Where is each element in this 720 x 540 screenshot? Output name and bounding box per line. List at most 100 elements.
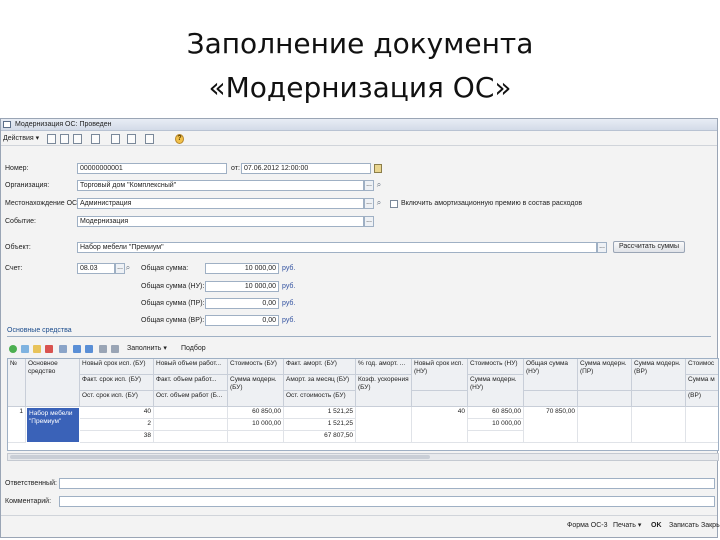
col-header-new-term-bu[interactable]: Новый срок исп. (БУ) <box>80 359 154 375</box>
move-down-icon[interactable] <box>85 345 93 353</box>
calendar-icon[interactable] <box>374 164 382 173</box>
actions-menu[interactable]: Действия ▾ <box>3 134 39 144</box>
cell-total-nu[interactable]: 70 850,00 <box>524 407 578 443</box>
print-form-button[interactable]: Форма ОС-3 <box>567 521 607 531</box>
cell-rest-volume[interactable] <box>154 431 228 443</box>
save-icon[interactable] <box>47 134 56 144</box>
col-header-new-term-nu[interactable]: Новый срок исп. (НУ) <box>412 359 468 391</box>
organization-field[interactable]: Торговый дом "Комплексный" <box>77 180 364 191</box>
cell-rest-term-bu[interactable]: 38 <box>80 431 154 443</box>
col-header-fact-term-bu[interactable]: Факт. срок исп. (БУ) <box>80 375 154 391</box>
total-vr-field[interactable]: 0,00 <box>205 315 279 326</box>
delete-row-icon[interactable] <box>45 345 53 353</box>
col-header-fact-amort-bu[interactable]: Факт. аморт. (БУ) <box>284 359 356 375</box>
cell-asset[interactable]: Набор мебели "Премиум" <box>27 408 79 442</box>
event-label: Событие: <box>5 218 36 225</box>
post-icon[interactable] <box>60 134 69 144</box>
col-header-modern-vr[interactable]: Сумма модерн. (ВР) <box>632 359 686 391</box>
cell-modern-pr[interactable] <box>578 407 632 443</box>
save-button[interactable]: Записать <box>669 521 699 531</box>
cell-cost-bu[interactable]: 60 850,00 <box>228 407 284 419</box>
col-header-cost-bu[interactable]: Стоимость (БУ) <box>228 359 284 375</box>
cell-fact-term-bu[interactable]: 2 <box>80 419 154 431</box>
actions-menu-label: Действия <box>3 135 34 142</box>
help-icon[interactable]: ? <box>175 134 184 144</box>
include-bonus-checkbox[interactable] <box>390 200 398 208</box>
move-up-icon[interactable] <box>73 345 81 353</box>
end-edit-icon[interactable] <box>59 345 67 353</box>
col-header-cost-cut[interactable]: Стоимос <box>686 359 718 375</box>
col-header-accel-coef[interactable]: Коэф. ускорения (БУ) <box>356 375 412 407</box>
col-header-rest-volume[interactable]: Ост. объем работ (Б... <box>154 391 228 407</box>
object-label: Объект: <box>5 244 31 251</box>
organization-select-button[interactable]: ... <box>364 180 374 191</box>
structure-icon[interactable] <box>91 134 100 144</box>
date-field[interactable]: 07.06.2012 12:00:00 <box>241 163 371 174</box>
cell-modern-vr[interactable] <box>632 407 686 443</box>
cell-month-amort-bu[interactable]: 1 521,25 <box>284 419 356 431</box>
object-select-button[interactable]: ... <box>597 242 607 253</box>
scrollbar-thumb[interactable] <box>10 455 430 459</box>
sort-desc-icon[interactable] <box>111 345 119 353</box>
pick-button[interactable]: Подбор <box>181 344 206 354</box>
col-header-n[interactable]: № <box>8 359 26 407</box>
comment-label: Комментарий: <box>5 498 52 505</box>
report-icon[interactable] <box>145 134 154 144</box>
close-button[interactable]: Закрыть <box>701 521 720 531</box>
col-header-rest-term-bu[interactable]: Ост. срок исп. (БУ) <box>80 391 154 407</box>
cell-fact-amort-bu[interactable]: 1 521,25 <box>284 407 356 419</box>
responsible-field[interactable] <box>59 478 715 489</box>
comment-field[interactable] <box>59 496 715 507</box>
fill-menu[interactable]: Заполнить ▾ <box>127 344 167 354</box>
print-menu[interactable]: Печать ▾ <box>613 521 641 531</box>
col-header-modern-nu[interactable]: Сумма модерн. (НУ) <box>468 375 524 407</box>
location-field[interactable]: Администрация <box>77 198 364 209</box>
cell-modern-bu[interactable]: 10 000,00 <box>228 419 284 431</box>
location-select-button[interactable]: ... <box>364 198 374 209</box>
col-header-vr-cut[interactable]: (ВР) <box>686 391 718 407</box>
cell-new-volume[interactable] <box>154 407 228 419</box>
col-header-total-nu[interactable]: Общая сумма (НУ) <box>524 359 578 391</box>
copy-icon[interactable] <box>73 134 82 144</box>
col-header-fact-volume[interactable]: Факт. объем работ... <box>154 375 228 391</box>
total-field[interactable]: 10 000,00 <box>205 263 279 274</box>
col-header-modern-bu[interactable]: Сумма модерн. (БУ) <box>228 375 284 407</box>
total-nu-unit: руб. <box>282 283 296 290</box>
col-header-modern-pr[interactable]: Сумма модерн. (ПР) <box>578 359 632 391</box>
cell-new-term-nu[interactable]: 40 <box>412 407 468 443</box>
cell-cost-nu[interactable]: 60 850,00 <box>468 407 524 419</box>
col-header-cost-nu[interactable]: Стоимость (НУ) <box>468 359 524 375</box>
sort-asc-icon[interactable] <box>99 345 107 353</box>
list-icon[interactable] <box>127 134 136 144</box>
account-field[interactable]: 08.03 <box>77 263 115 274</box>
cell-n[interactable]: 1 <box>8 407 26 443</box>
copy-row-icon[interactable] <box>21 345 29 353</box>
total-pr-field[interactable]: 0,00 <box>205 298 279 309</box>
print-icon[interactable] <box>111 134 120 144</box>
add-row-icon[interactable] <box>9 345 17 353</box>
cell-annual-amort[interactable] <box>356 407 412 443</box>
event-select-button[interactable]: ... <box>364 216 374 227</box>
col-header-annual-amort[interactable]: % год. аморт. ... <box>356 359 412 375</box>
cell-fact-volume[interactable] <box>154 419 228 431</box>
total-nu-field[interactable]: 10 000,00 <box>205 281 279 292</box>
organization-search-icon[interactable]: ⌕ <box>375 180 383 191</box>
location-search-icon[interactable]: ⌕ <box>375 198 383 209</box>
account-search-icon[interactable]: ⌕ <box>124 263 132 274</box>
col-header-new-volume[interactable]: Новый объем работ... <box>154 359 228 375</box>
cell-new-term-bu[interactable]: 40 <box>80 407 154 419</box>
calculate-sums-button[interactable]: Рассчитать суммы <box>613 241 685 253</box>
col-header-modern-cut[interactable]: Сумма м <box>686 375 718 391</box>
ok-button[interactable]: OK <box>651 521 662 531</box>
table-horizontal-scrollbar[interactable] <box>7 453 719 461</box>
event-field[interactable]: Модернизация <box>77 216 364 227</box>
object-field[interactable]: Набор мебели "Премиум" <box>77 242 597 253</box>
number-field[interactable]: 00000000001 <box>77 163 227 174</box>
cell-modern-nu[interactable]: 10 000,00 <box>468 419 524 431</box>
col-header-rest-cost-bu[interactable]: Ост. стоимость (БУ) <box>284 391 356 407</box>
cell-cut[interactable] <box>686 407 718 443</box>
col-header-asset[interactable]: Основное средство <box>26 359 80 407</box>
cell-rest-cost-bu[interactable]: 67 807,50 <box>284 431 356 443</box>
edit-row-icon[interactable] <box>33 345 41 353</box>
col-header-month-amort-bu[interactable]: Аморт. за месяц (БУ) <box>284 375 356 391</box>
